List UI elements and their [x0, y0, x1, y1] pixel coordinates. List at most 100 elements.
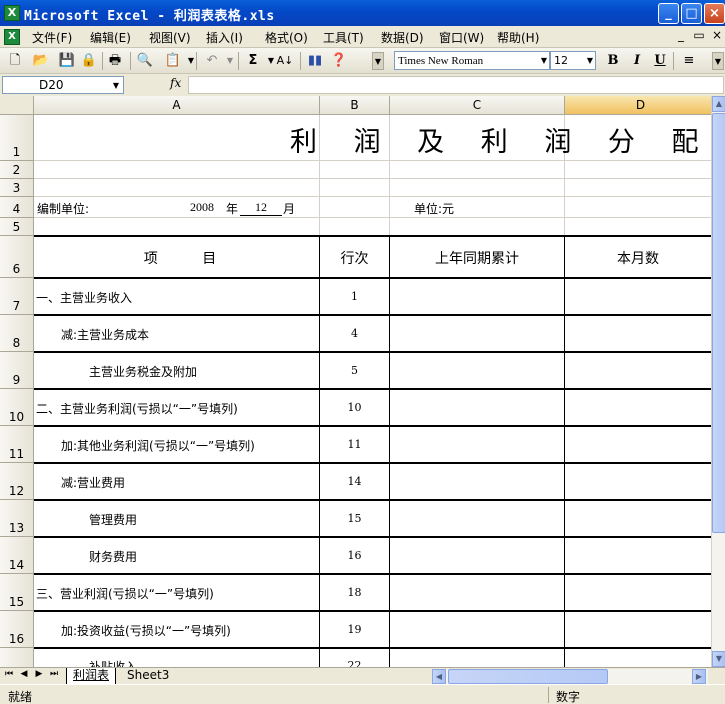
- item-label: 减:营业费用: [61, 476, 126, 490]
- spreadsheet-grid[interactable]: A B C D 1 2 3 4 5 6 7 8 9 10 11 12 13 14…: [0, 96, 711, 667]
- item-line: 1: [351, 290, 358, 303]
- minimize-button[interactable]: _: [658, 3, 679, 24]
- column-header-d[interactable]: D: [565, 96, 711, 115]
- permission-icon[interactable]: 🔒: [80, 52, 98, 70]
- header-line-no: 行次: [340, 251, 369, 267]
- prev-sheet-icon[interactable]: ◀: [17, 669, 31, 679]
- item-line: 5: [351, 364, 358, 377]
- column-header-a[interactable]: A: [34, 96, 320, 115]
- scroll-right-icon[interactable]: ▶: [692, 669, 706, 684]
- row-header-2[interactable]: 2: [0, 161, 34, 179]
- next-sheet-icon[interactable]: ▶: [32, 669, 46, 679]
- row-header-17[interactable]: 17: [0, 648, 34, 667]
- font-size-select[interactable]: 12 ▼: [550, 51, 596, 70]
- table-border: [34, 425, 711, 427]
- unit-label: 编制单位:: [37, 202, 90, 216]
- row-header-3[interactable]: 3: [0, 179, 34, 197]
- font-name-select[interactable]: Times New Roman ▼: [394, 51, 550, 70]
- maximize-button[interactable]: □: [681, 3, 702, 24]
- select-all-corner[interactable]: [0, 96, 34, 115]
- close-button[interactable]: ×: [704, 3, 725, 24]
- month-suffix: 月: [283, 202, 296, 216]
- menu-window[interactable]: 窗口(W): [439, 29, 484, 46]
- workbook-icon[interactable]: X: [4, 29, 20, 45]
- row-header-1[interactable]: 1: [0, 115, 34, 161]
- row-header-8[interactable]: 8: [0, 315, 34, 352]
- help-icon[interactable]: ❓: [330, 52, 348, 70]
- doc-close-button[interactable]: ×: [710, 28, 724, 42]
- menu-format[interactable]: 格式(O): [265, 29, 308, 46]
- table-border: [34, 351, 711, 353]
- paste-dropdown-icon[interactable]: ▼: [182, 52, 200, 70]
- doc-restore-button[interactable]: ▭: [692, 28, 706, 42]
- menu-help[interactable]: 帮助(H): [497, 29, 539, 46]
- toolbar-options-icon[interactable]: ▼: [712, 52, 724, 70]
- horizontal-scroll-thumb[interactable]: [448, 669, 608, 684]
- item-label: 三、营业利润(亏损以“一”号填列): [36, 587, 214, 601]
- save-icon[interactable]: 💾: [58, 52, 76, 70]
- row-header-14[interactable]: 14: [0, 537, 34, 574]
- toolbar-separator: [130, 52, 131, 70]
- row-header-7[interactable]: 7: [0, 278, 34, 315]
- menu-data[interactable]: 数据(D): [381, 29, 424, 46]
- row-number: 10: [8, 410, 25, 424]
- undo-icon[interactable]: ↶: [203, 52, 221, 70]
- row-header-13[interactable]: 13: [0, 500, 34, 537]
- undo-dropdown-icon[interactable]: ▼: [221, 52, 239, 70]
- menu-insert[interactable]: 插入(I): [206, 29, 243, 46]
- print-icon[interactable]: 🖶: [106, 52, 124, 70]
- row-header-16[interactable]: 16: [0, 611, 34, 648]
- row-header-5[interactable]: 5: [0, 218, 34, 236]
- item-line: 16: [347, 549, 362, 562]
- horizontal-scrollbar[interactable]: ◀ ▶: [432, 669, 708, 684]
- menu-tools[interactable]: 工具(T): [323, 29, 364, 46]
- row-number: 4: [12, 202, 21, 216]
- row-header-6[interactable]: 6: [0, 236, 34, 278]
- print-preview-icon[interactable]: 🔍: [136, 52, 154, 70]
- row-header-4[interactable]: 4: [0, 197, 34, 218]
- autosum-icon[interactable]: Σ: [244, 52, 262, 70]
- bold-button[interactable]: B: [604, 52, 622, 70]
- row-header-15[interactable]: 15: [0, 574, 34, 611]
- vertical-scrollbar[interactable]: ▲ ▼: [711, 96, 725, 667]
- underline-button[interactable]: U: [651, 52, 669, 70]
- last-sheet-icon[interactable]: ⏭: [47, 669, 61, 679]
- excel-app-icon[interactable]: X: [4, 5, 20, 21]
- italic-button[interactable]: I: [628, 52, 646, 70]
- scroll-left-icon[interactable]: ◀: [432, 669, 446, 684]
- item-label: 加:其他业务利润(亏损以“一”号填列): [61, 439, 255, 453]
- new-file-icon[interactable]: 🗋: [6, 52, 24, 70]
- column-header-c[interactable]: C: [390, 96, 565, 115]
- menu-file[interactable]: 文件(F): [32, 29, 72, 46]
- paste-icon[interactable]: 📋: [164, 52, 182, 70]
- menu-edit[interactable]: 编辑(E): [90, 29, 131, 46]
- scroll-down-icon[interactable]: ▼: [712, 651, 725, 667]
- header-item: 项 目: [143, 251, 217, 267]
- menu-view[interactable]: 视图(V): [149, 29, 191, 46]
- scroll-up-icon[interactable]: ▲: [712, 96, 725, 112]
- header-current-month: 本月数: [617, 251, 659, 267]
- name-box[interactable]: D20 ▼: [2, 76, 124, 94]
- row-header-9[interactable]: 9: [0, 352, 34, 389]
- item-label: 财务费用: [89, 550, 138, 564]
- tab-sheet3[interactable]: Sheet3: [121, 668, 175, 684]
- insert-function-icon[interactable]: fx: [170, 76, 181, 90]
- formula-input[interactable]: [188, 76, 724, 94]
- gridline: [34, 217, 711, 218]
- row-header-10[interactable]: 10: [0, 389, 34, 426]
- row-header-11[interactable]: 11: [0, 426, 34, 463]
- first-sheet-icon[interactable]: ⏮: [2, 669, 16, 679]
- table-border: [564, 236, 565, 667]
- row-number: 5: [12, 220, 21, 234]
- vertical-scroll-thumb[interactable]: [712, 113, 725, 533]
- open-folder-icon[interactable]: 📂: [32, 52, 50, 70]
- toolbar-options-icon[interactable]: ▼: [372, 52, 384, 70]
- row-header-12[interactable]: 12: [0, 463, 34, 500]
- chart-wizard-icon[interactable]: ▮▮: [306, 52, 324, 70]
- doc-minimize-button[interactable]: _: [674, 28, 688, 42]
- column-header-b[interactable]: B: [320, 96, 390, 115]
- item-label: 减:主营业务成本: [61, 328, 150, 342]
- align-left-icon[interactable]: ≡: [680, 52, 698, 70]
- sort-ascending-icon[interactable]: A↓: [276, 52, 294, 70]
- tab-profit-statement[interactable]: 利润表: [66, 668, 117, 684]
